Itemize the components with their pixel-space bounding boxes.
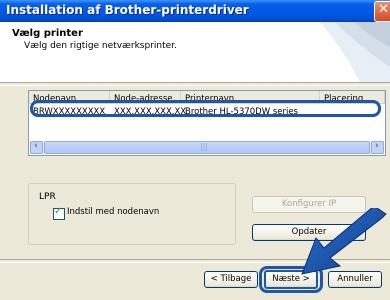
- scroll-left-button[interactable]: ‹: [30, 141, 43, 154]
- lpr-label: LPR: [39, 192, 56, 202]
- header-divider: [0, 82, 390, 86]
- lpr-group: LPR ✓ Indstil med nodenavn: [28, 183, 236, 245]
- close-button[interactable]: ✕: [374, 1, 390, 22]
- check-icon: ✓: [54, 206, 63, 217]
- page-subtitle: Vælg den rigtige netværksprinter.: [24, 41, 177, 51]
- arrow-pointer-icon: [301, 208, 387, 275]
- scroll-right-button[interactable]: ›: [371, 141, 384, 154]
- window-title: Installation af Brother-printerdriver: [6, 3, 249, 17]
- close-icon: ✕: [378, 2, 389, 17]
- chevron-left-icon: ‹: [34, 141, 38, 151]
- grip-icon: |||: [200, 142, 209, 151]
- header-graphic: [320, 22, 390, 82]
- selected-row-highlight: [30, 100, 381, 117]
- horizontal-scrollbar[interactable]: ‹ ||| ›: [30, 141, 384, 154]
- installer-window: Installation af Brother-printerdriver ✕ …: [0, 0, 390, 300]
- page-title: Vælg printer: [12, 28, 83, 39]
- node-name-checkbox[interactable]: ✓: [53, 206, 65, 220]
- scrollbar-thumb[interactable]: |||: [44, 141, 370, 154]
- chevron-right-icon: ›: [375, 141, 379, 151]
- back-button[interactable]: < Tilbage: [204, 271, 258, 288]
- wizard-header: Vælg printer Vælg den rigtige netværkspr…: [0, 22, 390, 82]
- title-bar[interactable]: Installation af Brother-printerdriver ✕: [0, 0, 390, 22]
- checkbox-label[interactable]: Indstil med nodenavn: [67, 207, 159, 217]
